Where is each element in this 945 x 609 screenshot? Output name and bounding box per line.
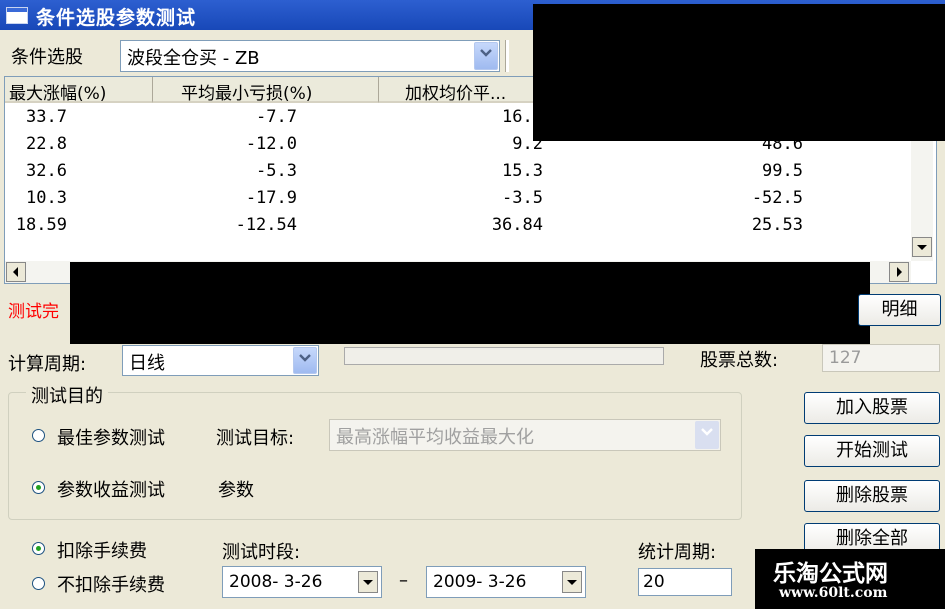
redaction-box xyxy=(533,4,945,141)
toolbar-divider xyxy=(505,40,509,72)
chevron-down-icon xyxy=(695,421,719,449)
table-cell: 15.3 xyxy=(502,161,543,181)
table-cell: 10.3 xyxy=(26,188,67,208)
table-cell: 25.53 xyxy=(751,215,803,235)
watermark-title: 乐淘公式网 xyxy=(773,561,888,587)
no-deduct-fee-label[interactable]: 不扣除手续费 xyxy=(57,571,165,597)
table-cell: -17.9 xyxy=(245,188,297,208)
table-cell: 99.5 xyxy=(762,161,803,181)
add-stock-button-label: 加入股票 xyxy=(836,397,908,418)
table-cell: 33.7 xyxy=(26,107,67,127)
chevron-down-icon[interactable] xyxy=(474,42,498,70)
period-label: 计算周期: xyxy=(8,354,87,375)
stat-period-label: 统计周期: xyxy=(638,542,717,563)
table-cell: 36.84 xyxy=(491,215,543,235)
table-cell: 22.8 xyxy=(26,134,67,154)
scroll-left-icon[interactable] xyxy=(6,262,26,282)
start-date-value: 2008- 3-26 xyxy=(229,572,323,592)
table-cell: -3.5 xyxy=(502,188,543,208)
period-select[interactable]: 日线 xyxy=(122,345,319,376)
stat-period-field[interactable]: 20 xyxy=(638,568,732,596)
scroll-down-icon[interactable] xyxy=(912,237,932,257)
start-test-button-label: 开始测试 xyxy=(836,440,908,461)
window-icon xyxy=(6,7,28,24)
detail-button[interactable]: 明细 xyxy=(858,294,941,326)
column-header[interactable]: 最大涨幅(%) xyxy=(5,77,153,103)
column-header[interactable]: 平均最小亏损(%) xyxy=(153,77,379,103)
start-date-picker[interactable]: 2008- 3-26 xyxy=(222,566,382,598)
table-cell: 16.8 xyxy=(502,107,543,127)
remove-all-button-label: 删除全部 xyxy=(836,528,908,549)
column-header[interactable]: 加权均价平... xyxy=(379,77,549,103)
table-cell: -7.7 xyxy=(256,107,297,127)
test-target-value: 最高涨幅平均收益最大化 xyxy=(336,427,534,448)
table-cell: -12.54 xyxy=(235,215,297,235)
add-stock-button[interactable]: 加入股票 xyxy=(804,392,940,424)
table-cell: 9.2 xyxy=(512,134,543,154)
best-param-radio[interactable] xyxy=(32,429,45,442)
watermark-url: www.60lt.com xyxy=(779,585,888,601)
period-value: 日线 xyxy=(129,353,165,374)
deduct-fee-label[interactable]: 扣除手续费 xyxy=(57,537,147,563)
start-test-button[interactable]: 开始测试 xyxy=(804,435,940,467)
param-income-radio[interactable] xyxy=(32,481,45,494)
calendar-dropdown-icon[interactable] xyxy=(562,571,582,593)
redaction-box xyxy=(70,262,870,344)
stock-total-field: 127 xyxy=(822,344,940,372)
param-income-label[interactable]: 参数收益测试 xyxy=(57,476,165,502)
window-title: 条件选股参数测试 xyxy=(36,7,197,29)
table-cell: 32.6 xyxy=(26,161,67,181)
detail-button-label: 明细 xyxy=(881,299,918,320)
condition-label: 条件选股 xyxy=(11,47,83,68)
deduct-fee-radio[interactable] xyxy=(32,542,45,555)
condition-select[interactable]: 波段全仓买 - ZB xyxy=(120,40,500,72)
progress-bar xyxy=(344,347,664,365)
param-label: 参数 xyxy=(218,480,254,501)
calendar-dropdown-icon[interactable] xyxy=(358,571,378,593)
test-goal-group-label: 测试目的 xyxy=(26,382,108,408)
status-text: 测试完 xyxy=(8,302,59,322)
stock-total-label: 股票总数: xyxy=(700,350,779,371)
table-cell: -12.0 xyxy=(245,134,297,154)
test-target-label: 测试目标: xyxy=(216,428,295,449)
no-deduct-fee-radio[interactable] xyxy=(32,577,45,590)
test-range-label: 测试时段: xyxy=(222,542,301,563)
scroll-right-icon[interactable] xyxy=(889,262,909,282)
end-date-picker[interactable]: 2009- 3-26 xyxy=(426,566,586,598)
test-target-select: 最高涨幅平均收益最大化 xyxy=(329,419,721,451)
best-param-label[interactable]: 最佳参数测试 xyxy=(57,424,165,450)
end-date-value: 2009- 3-26 xyxy=(433,572,527,592)
table-cell: 18.59 xyxy=(15,215,67,235)
watermark-logo: 乐淘公式网 www.60lt.com xyxy=(755,549,945,609)
remove-stock-button-label: 删除股票 xyxy=(836,485,908,506)
range-separator: – xyxy=(399,570,408,591)
table-cell: -52.5 xyxy=(751,188,803,208)
table-cell: -5.3 xyxy=(256,161,297,181)
condition-value: 波段全仓买 - ZB xyxy=(127,48,260,69)
chevron-down-icon[interactable] xyxy=(293,347,317,374)
remove-stock-button[interactable]: 删除股票 xyxy=(804,480,940,512)
